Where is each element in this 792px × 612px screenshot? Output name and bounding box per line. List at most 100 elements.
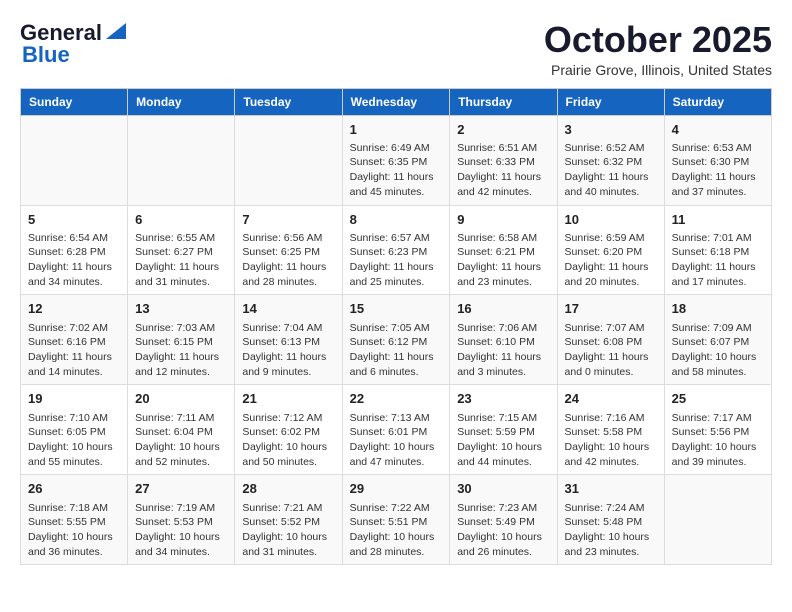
- day-info-text: Sunset: 5:53 PM: [135, 515, 227, 530]
- day-number: 5: [28, 211, 120, 229]
- day-info-text: Sunrise: 7:17 AM: [672, 411, 764, 426]
- day-info-text: Sunrise: 6:53 AM: [672, 141, 764, 156]
- day-info-text: Daylight: 11 hours and 9 minutes.: [242, 350, 334, 379]
- calendar-cell: [128, 115, 235, 205]
- day-info-text: Sunset: 6:05 PM: [28, 425, 120, 440]
- day-info-text: Sunset: 6:32 PM: [565, 155, 657, 170]
- calendar-table: SundayMondayTuesdayWednesdayThursdayFrid…: [20, 88, 772, 566]
- calendar-cell: 28Sunrise: 7:21 AMSunset: 5:52 PMDayligh…: [235, 475, 342, 565]
- day-info-text: Sunrise: 7:02 AM: [28, 321, 120, 336]
- day-info-text: Sunrise: 7:07 AM: [565, 321, 657, 336]
- title-area: October 2025 Prairie Grove, Illinois, Un…: [544, 20, 772, 78]
- day-info-text: Daylight: 11 hours and 20 minutes.: [565, 260, 657, 289]
- day-number: 29: [350, 480, 443, 498]
- calendar-cell: 15Sunrise: 7:05 AMSunset: 6:12 PMDayligh…: [342, 295, 450, 385]
- day-info-text: Daylight: 11 hours and 25 minutes.: [350, 260, 443, 289]
- weekday-header-friday: Friday: [557, 88, 664, 115]
- calendar-cell: 10 Sunrise: 6:59 AMSunset: 6:20 PMDayligh…: [557, 205, 664, 295]
- day-info-text: Sunset: 6:12 PM: [350, 335, 443, 350]
- calendar-cell: [21, 115, 128, 205]
- day-info-text: Sunset: 5:59 PM: [457, 425, 549, 440]
- day-info-text: Daylight: 10 hours and 50 minutes.: [242, 440, 334, 469]
- day-info-text: Sunrise: 6:54 AM: [28, 231, 120, 246]
- day-info-text: Sunset: 6:23 PM: [350, 245, 443, 260]
- day-info-text: Daylight: 11 hours and 14 minutes.: [28, 350, 120, 379]
- day-info-text: Daylight: 11 hours and 6 minutes.: [350, 350, 443, 379]
- day-number: 27: [135, 480, 227, 498]
- calendar-cell: 25Sunrise: 7:17 AMSunset: 5:56 PMDayligh…: [664, 385, 771, 475]
- day-info-text: Sunrise: 7:16 AM: [565, 411, 657, 426]
- day-info-text: Sunrise: 7:18 AM: [28, 501, 120, 516]
- calendar-cell: 13Sunrise: 7:03 AMSunset: 6:15 PMDayligh…: [128, 295, 235, 385]
- location-subtitle: Prairie Grove, Illinois, United States: [544, 62, 772, 78]
- day-info-text: Sunset: 5:51 PM: [350, 515, 443, 530]
- day-info-text: Sunrise: 7:22 AM: [350, 501, 443, 516]
- day-info-text: Daylight: 10 hours and 55 minutes.: [28, 440, 120, 469]
- day-info-text: Sunset: 5:48 PM: [565, 515, 657, 530]
- day-info-text: Sunrise: 7:24 AM: [565, 501, 657, 516]
- day-info-text: Sunrise: 6:57 AM: [350, 231, 443, 246]
- day-info-text: Sunrise: 7:04 AM: [242, 321, 334, 336]
- day-number: 6: [135, 211, 227, 229]
- calendar-cell: 27Sunrise: 7:19 AMSunset: 5:53 PMDayligh…: [128, 475, 235, 565]
- day-info-text: Sunset: 5:52 PM: [242, 515, 334, 530]
- day-info-text: Sunrise: 6:56 AM: [242, 231, 334, 246]
- day-number: 13: [135, 300, 227, 318]
- day-info-text: Daylight: 11 hours and 45 minutes.: [350, 170, 443, 199]
- calendar-cell: 4Sunrise: 6:53 AMSunset: 6:30 PMDaylight…: [664, 115, 771, 205]
- day-info-text: Daylight: 11 hours and 28 minutes.: [242, 260, 334, 289]
- day-info-text: Sunset: 6:15 PM: [135, 335, 227, 350]
- day-number: 8: [350, 211, 443, 229]
- day-info-text: Daylight: 11 hours and 12 minutes.: [135, 350, 227, 379]
- day-info-text: Sunset: 6:27 PM: [135, 245, 227, 260]
- day-number: 2: [457, 121, 549, 139]
- month-title: October 2025: [544, 20, 772, 60]
- day-info-text: Daylight: 11 hours and 34 minutes.: [28, 260, 120, 289]
- weekday-header-saturday: Saturday: [664, 88, 771, 115]
- day-info-text: Sunset: 6:20 PM: [565, 245, 657, 260]
- day-info-text: Daylight: 10 hours and 47 minutes.: [350, 440, 443, 469]
- day-info-text: Sunset: 6:13 PM: [242, 335, 334, 350]
- day-info-text: Sunset: 6:08 PM: [565, 335, 657, 350]
- day-info-text: Sunrise: 6:55 AM: [135, 231, 227, 246]
- day-info-text: Sunset: 6:18 PM: [672, 245, 764, 260]
- day-number: 23: [457, 390, 549, 408]
- calendar-cell: 8 Sunrise: 6:57 AMSunset: 6:23 PMDaylight…: [342, 205, 450, 295]
- day-info-text: Sunrise: 6:51 AM: [457, 141, 549, 156]
- day-number: 24: [565, 390, 657, 408]
- day-info-text: Daylight: 11 hours and 3 minutes.: [457, 350, 549, 379]
- calendar-cell: 18Sunrise: 7:09 AMSunset: 6:07 PMDayligh…: [664, 295, 771, 385]
- day-info-text: Sunrise: 7:23 AM: [457, 501, 549, 516]
- day-info-text: Sunset: 6:01 PM: [350, 425, 443, 440]
- day-info-text: Sunset: 6:21 PM: [457, 245, 549, 260]
- day-info-text: Daylight: 10 hours and 34 minutes.: [135, 530, 227, 559]
- weekday-header-tuesday: Tuesday: [235, 88, 342, 115]
- day-number: 20: [135, 390, 227, 408]
- day-info-text: Daylight: 11 hours and 23 minutes.: [457, 260, 549, 289]
- day-info-text: Sunset: 6:16 PM: [28, 335, 120, 350]
- day-number: 11: [672, 211, 764, 229]
- day-info-text: Sunrise: 6:49 AM: [350, 141, 443, 156]
- day-info-text: Sunset: 6:33 PM: [457, 155, 549, 170]
- calendar-cell: 7Sunrise: 6:56 AMSunset: 6:25 PMDaylight…: [235, 205, 342, 295]
- day-info-text: Sunset: 6:10 PM: [457, 335, 549, 350]
- day-info-text: Daylight: 11 hours and 0 minutes.: [565, 350, 657, 379]
- day-info-text: Sunrise: 7:05 AM: [350, 321, 443, 336]
- calendar-cell: [664, 475, 771, 565]
- calendar-cell: 29 Sunrise: 7:22 AMSunset: 5:51 PMDayligh…: [342, 475, 450, 565]
- calendar-cell: [235, 115, 342, 205]
- day-number: 25: [672, 390, 764, 408]
- day-info-text: Sunset: 5:49 PM: [457, 515, 549, 530]
- day-number: 10: [565, 211, 657, 229]
- day-info-text: Sunset: 6:07 PM: [672, 335, 764, 350]
- calendar-cell: 3Sunrise: 6:52 AMSunset: 6:32 PMDaylight…: [557, 115, 664, 205]
- calendar-cell: 2Sunrise: 6:51 AMSunset: 6:33 PMDaylight…: [450, 115, 557, 205]
- day-info-text: Sunrise: 6:59 AM: [565, 231, 657, 246]
- day-info-text: Sunrise: 7:01 AM: [672, 231, 764, 246]
- day-info-text: Daylight: 10 hours and 28 minutes.: [350, 530, 443, 559]
- calendar-cell: 23Sunrise: 7:15 AMSunset: 5:59 PMDayligh…: [450, 385, 557, 475]
- calendar-cell: 24Sunrise: 7:16 AMSunset: 5:58 PMDayligh…: [557, 385, 664, 475]
- calendar-cell: 5Sunrise: 6:54 AMSunset: 6:28 PMDaylight…: [21, 205, 128, 295]
- logo: General Blue: [20, 20, 126, 68]
- day-info-text: Sunset: 6:30 PM: [672, 155, 764, 170]
